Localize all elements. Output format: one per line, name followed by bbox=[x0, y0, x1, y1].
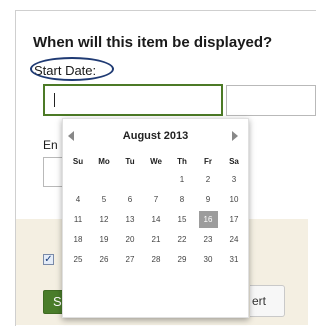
calendar-day-number: 16 bbox=[198, 210, 218, 228]
calendar-day-number: 24 bbox=[229, 234, 239, 244]
calendar-day-number: 30 bbox=[203, 254, 213, 264]
section-heading: When will this item be displayed? bbox=[33, 34, 273, 51]
calendar-week-row: 1 2 3 bbox=[65, 169, 247, 189]
calendar-day[interactable]: 21 bbox=[143, 229, 169, 249]
calendar-day[interactable]: 22 bbox=[169, 229, 195, 249]
calendar-day-highlighted[interactable]: 16 bbox=[195, 209, 221, 229]
calendar-day-number: 17 bbox=[229, 214, 239, 224]
next-month-icon[interactable] bbox=[232, 131, 238, 141]
calendar-day-number: 13 bbox=[125, 214, 135, 224]
calendar-day[interactable]: 1 bbox=[169, 169, 195, 189]
insert-button[interactable]: ert bbox=[250, 285, 285, 317]
calendar-day-number: 1 bbox=[179, 174, 185, 184]
calendar-day-number: 26 bbox=[99, 254, 109, 264]
calendar-day-number: 19 bbox=[99, 234, 109, 244]
weekday-label: Fr bbox=[204, 156, 212, 166]
calendar-day[interactable]: 9 bbox=[195, 189, 221, 209]
display-checkbox[interactable]: ✓ bbox=[43, 254, 54, 265]
calendar-day-number: 14 bbox=[151, 214, 161, 224]
calendar-day-number: 20 bbox=[125, 234, 135, 244]
weekday-header-row: Su Mo Tu We Th Fr Sa bbox=[65, 153, 247, 169]
calendar-day-number: 18 bbox=[73, 234, 83, 244]
calendar-week-row: 25 26 27 28 29 30 31 bbox=[65, 249, 247, 269]
calendar-day[interactable]: 12 bbox=[91, 209, 117, 229]
calendar-day-number: 8 bbox=[179, 194, 185, 204]
weekday-label: Sa bbox=[229, 156, 239, 166]
calendar-day[interactable]: 25 bbox=[65, 249, 91, 269]
calendar-day-number: 4 bbox=[75, 194, 81, 204]
calendar-day[interactable]: 19 bbox=[91, 229, 117, 249]
text-caret bbox=[54, 93, 55, 107]
calendar-day-number: 28 bbox=[151, 254, 161, 264]
calendar-day[interactable]: 30 bbox=[195, 249, 221, 269]
calendar-day[interactable]: 14 bbox=[143, 209, 169, 229]
calendar-week-row: 18 19 20 21 22 23 24 bbox=[65, 229, 247, 249]
weekday-label: Tu bbox=[125, 156, 135, 166]
calendar-day[interactable]: 17 bbox=[221, 209, 247, 229]
weekday-label: We bbox=[150, 156, 162, 166]
calendar-day[interactable]: 27 bbox=[117, 249, 143, 269]
calendar-day-number: 9 bbox=[205, 194, 211, 204]
calendar-day-number: 27 bbox=[125, 254, 135, 264]
weekday-label: Th bbox=[177, 156, 187, 166]
calendar-day-number: 5 bbox=[101, 194, 107, 204]
calendar-day[interactable]: 11 bbox=[65, 209, 91, 229]
weekday-label: Su bbox=[72, 156, 84, 166]
calendar-day-number: 7 bbox=[153, 194, 159, 204]
calendar-day[interactable]: 6 bbox=[117, 189, 143, 209]
calendar-day-number: 6 bbox=[127, 194, 133, 204]
weekday-label: Mo bbox=[98, 156, 110, 166]
calendar-empty-cell bbox=[117, 169, 143, 189]
calendar-day-number: 2 bbox=[205, 174, 211, 184]
calendar-day-number: 22 bbox=[177, 234, 187, 244]
start-time-input[interactable] bbox=[226, 85, 316, 116]
calendar-day-number: 10 bbox=[229, 194, 239, 204]
calendar-day-number: 3 bbox=[231, 174, 237, 184]
calendar-day-number: 11 bbox=[73, 214, 83, 224]
start-date-input[interactable] bbox=[43, 84, 223, 116]
calendar-day-number: 23 bbox=[203, 234, 213, 244]
calendar-day-number: 12 bbox=[99, 214, 109, 224]
calendar-day[interactable]: 10 bbox=[221, 189, 247, 209]
calendar-day-number: 25 bbox=[73, 254, 83, 264]
end-date-label: En bbox=[43, 138, 58, 152]
calendar-day-number: 31 bbox=[229, 254, 239, 264]
datepicker-popup: August 2013 Su Mo Tu We Th Fr Sa 1 2 3 4 5 6 7 8 9 10 11 1… bbox=[62, 118, 249, 318]
calendar-grid: Su Mo Tu We Th Fr Sa 1 2 3 4 5 6 7 8 9 10 11 12 13 14 15 16 17 1… bbox=[65, 153, 247, 269]
calendar-day[interactable]: 15 bbox=[169, 209, 195, 229]
calendar-empty-cell bbox=[143, 169, 169, 189]
calendar-empty-cell bbox=[65, 169, 91, 189]
calendar-day-number: 15 bbox=[177, 214, 187, 224]
calendar-day[interactable]: 20 bbox=[117, 229, 143, 249]
calendar-day[interactable]: 2 bbox=[195, 169, 221, 189]
calendar-day[interactable]: 29 bbox=[169, 249, 195, 269]
calendar-day[interactable]: 3 bbox=[221, 169, 247, 189]
calendar-day-number: 29 bbox=[177, 254, 187, 264]
calendar-day[interactable]: 8 bbox=[169, 189, 195, 209]
calendar-month-title: August 2013 bbox=[122, 130, 189, 142]
calendar-week-row: 4 5 6 7 8 9 10 bbox=[65, 189, 247, 209]
calendar-day-number: 21 bbox=[151, 234, 161, 244]
calendar-empty-cell bbox=[91, 169, 117, 189]
calendar-day[interactable]: 23 bbox=[195, 229, 221, 249]
calendar-day[interactable]: 31 bbox=[221, 249, 247, 269]
calendar-day[interactable]: 4 bbox=[65, 189, 91, 209]
calendar-day[interactable]: 7 bbox=[143, 189, 169, 209]
annotation-highlight-ellipse bbox=[30, 57, 114, 81]
calendar-day[interactable]: 5 bbox=[91, 189, 117, 209]
calendar-day[interactable]: 13 bbox=[117, 209, 143, 229]
calendar-day[interactable]: 28 bbox=[143, 249, 169, 269]
calendar-day[interactable]: 26 bbox=[91, 249, 117, 269]
calendar-day[interactable]: 24 bbox=[221, 229, 247, 249]
calendar-week-row: 11 12 13 14 15 16 17 bbox=[65, 209, 247, 229]
calendar-day[interactable]: 18 bbox=[65, 229, 91, 249]
